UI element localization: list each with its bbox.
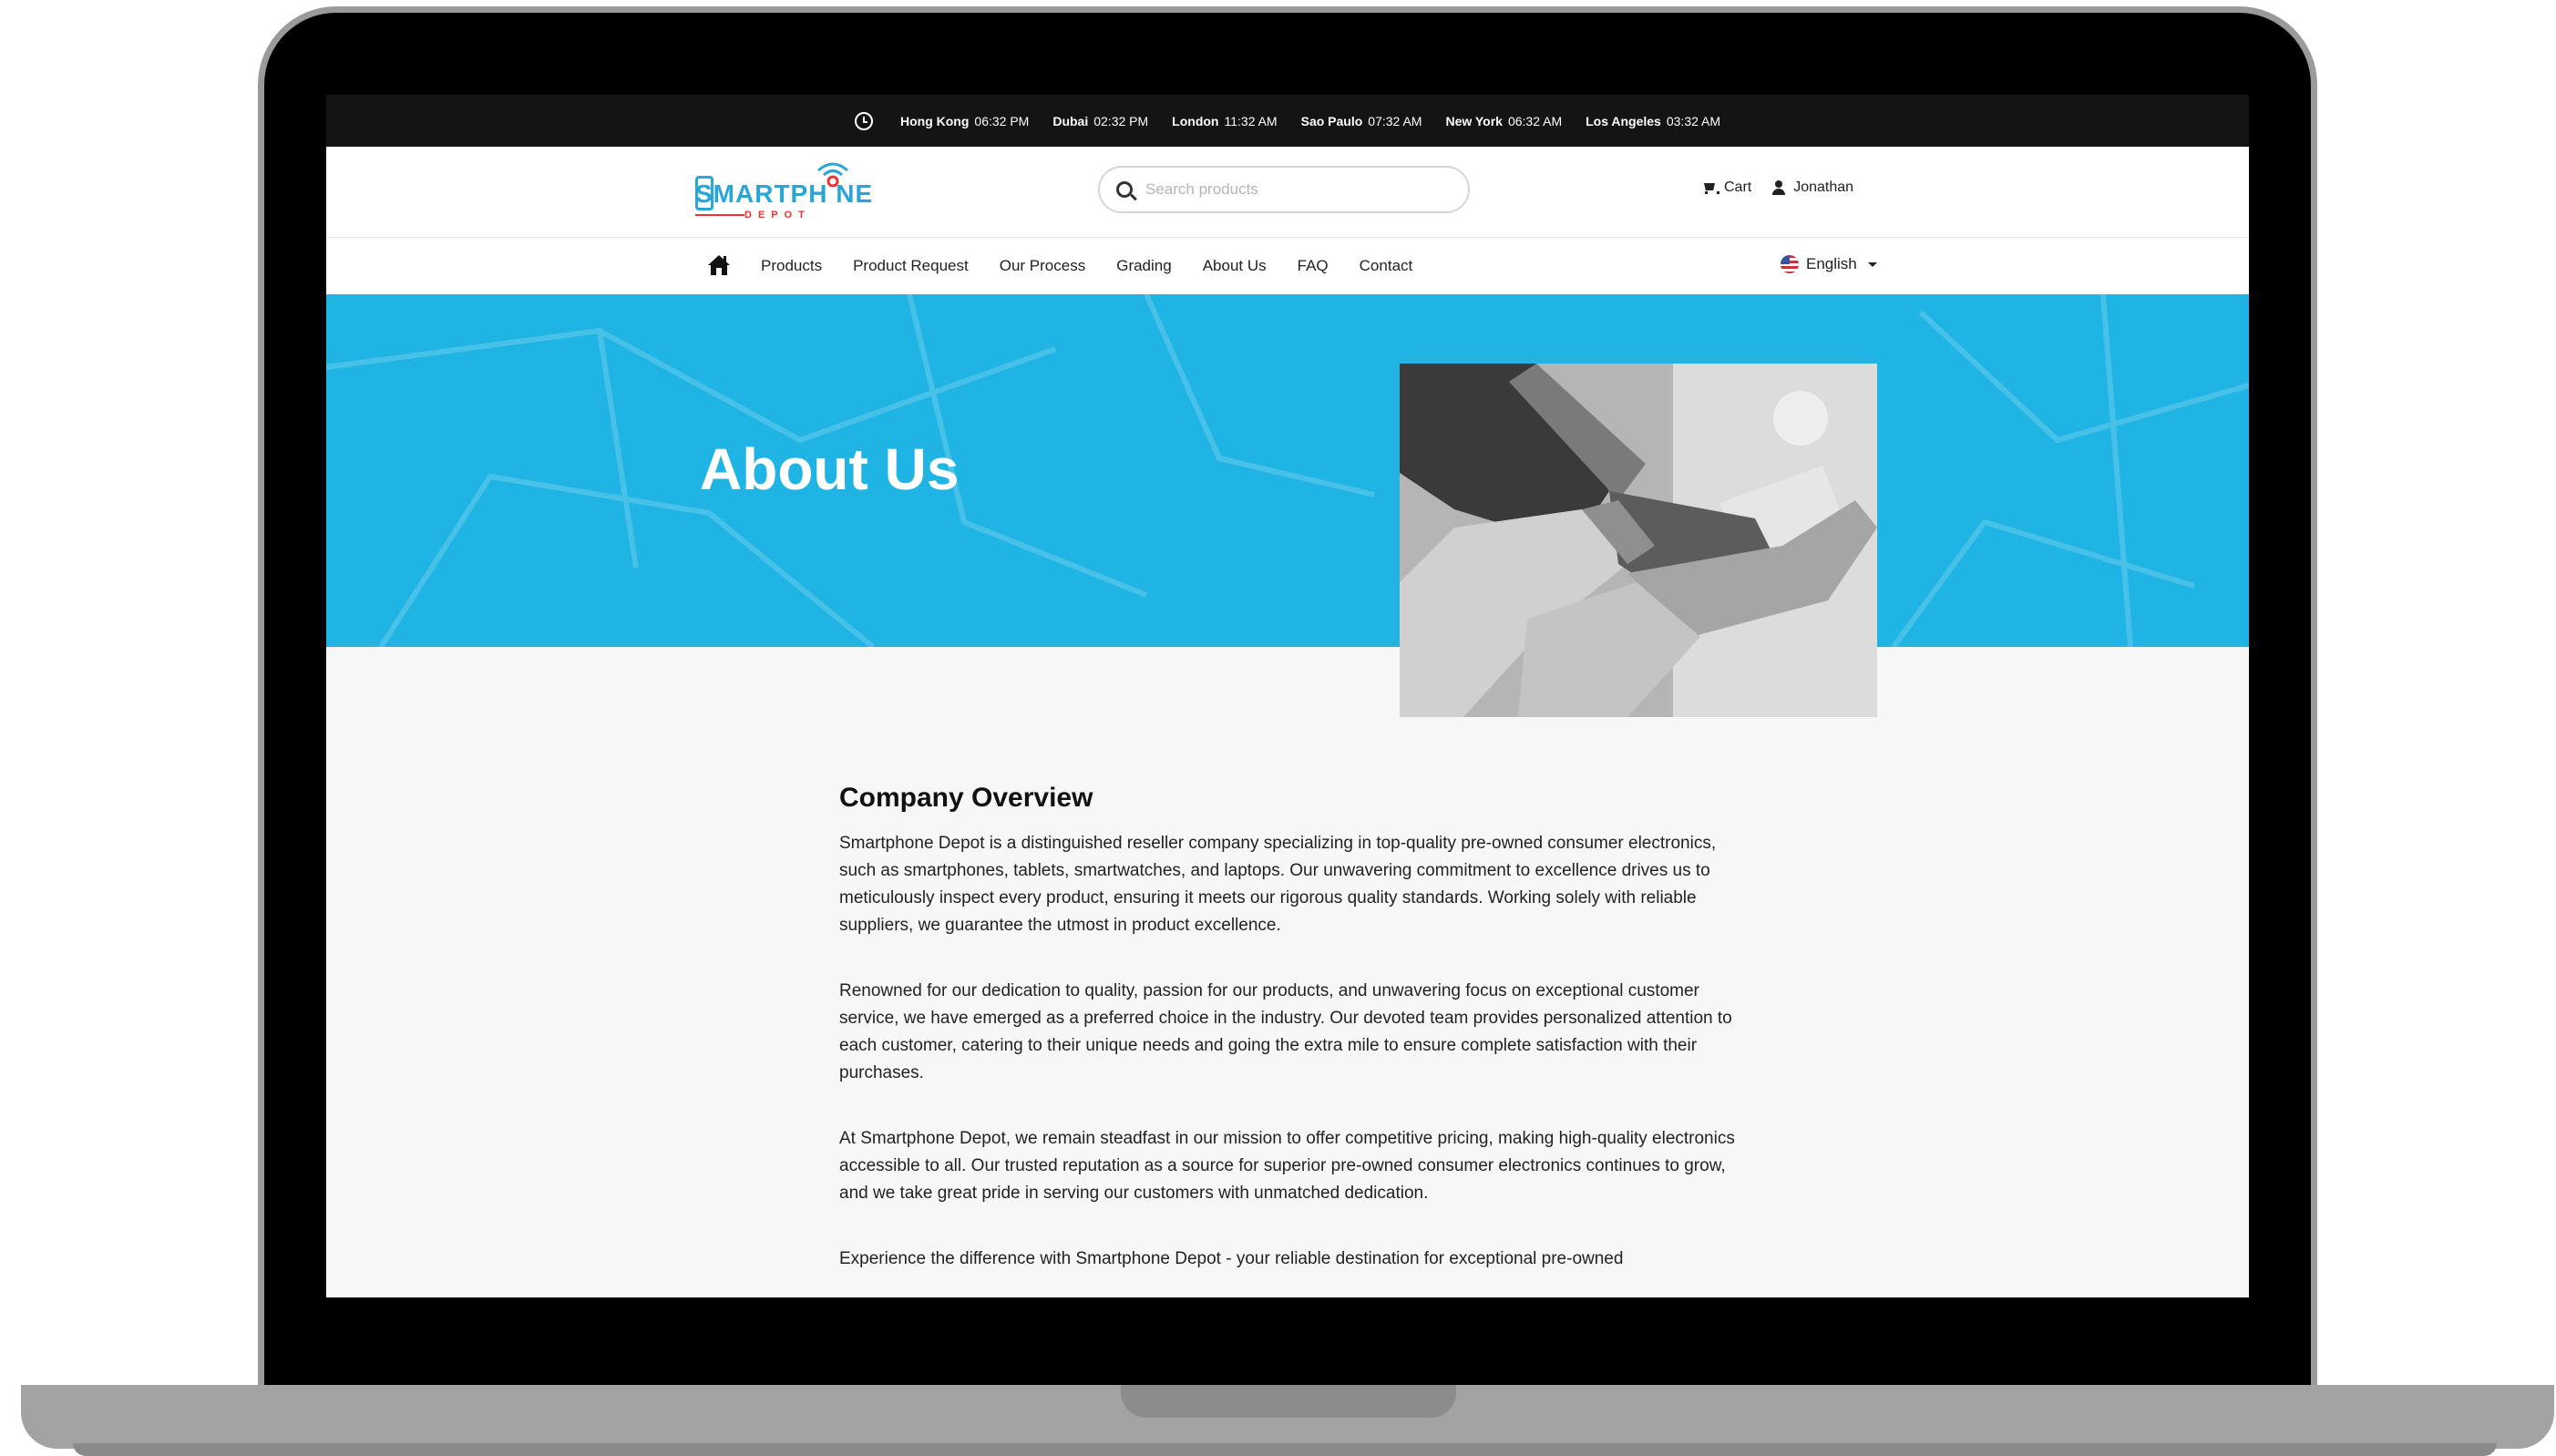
map-pattern — [326, 294, 2249, 647]
nav-products[interactable]: Products — [761, 257, 822, 275]
nav-grading[interactable]: Grading — [1116, 257, 1171, 275]
language-selector[interactable]: English — [1781, 255, 1877, 273]
paragraph-3: At Smartphone Depot, we remain steadfast… — [839, 1129, 1735, 1203]
clock-new-york: New York 06:32 AM — [1445, 113, 1563, 128]
home-icon[interactable] — [707, 253, 731, 277]
nav-contact[interactable]: Contact — [1360, 257, 1413, 275]
section-heading: Company Overview — [839, 783, 1093, 813]
clock-sao-paulo: Sao Paulo 07:32 AM — [1300, 113, 1422, 128]
nav-faq[interactable]: FAQ — [1298, 257, 1329, 275]
main-nav: Products Product Request Our Process Gra… — [326, 238, 2249, 294]
logo-text: SMARTPH NE — [695, 179, 874, 208]
laptop-notch — [1121, 1385, 1456, 1418]
paragraph-4: Experience the difference with Smartphon… — [839, 1249, 1624, 1268]
clock-london: London 11:32 AM — [1172, 113, 1278, 128]
nav-links: Products Product Request Our Process Gra… — [761, 257, 1412, 275]
cart-label: Cart — [1724, 179, 1752, 195]
screen: Hong Kong 06:32 PM Dubai 02:32 PM London 11… — [326, 95, 2249, 1297]
laptop-base-shadow — [73, 1443, 2497, 1456]
search-icon — [1116, 181, 1133, 198]
language-label: English — [1806, 255, 1857, 272]
user-icon — [1771, 180, 1786, 195]
logo-underline — [695, 214, 744, 216]
header-actions: Cart Jonathan — [1702, 179, 1853, 196]
site-header: SMARTPH NE DEPOT Cart Jonathan — [326, 147, 2249, 238]
caret-down-icon — [1867, 261, 1877, 267]
smartphone-depot-logo[interactable]: SMARTPH NE DEPOT — [695, 159, 887, 223]
clock-dubai: Dubai 02:32 PM — [1052, 113, 1149, 128]
company-overview-section: Company Overview Smartphone Depot is a d… — [839, 783, 1741, 1297]
nav-our-process[interactable]: Our Process — [1000, 257, 1085, 275]
user-menu[interactable]: Jonathan — [1771, 179, 1853, 196]
nav-about-us[interactable]: About Us — [1203, 257, 1267, 275]
paragraph-1: Smartphone Depot is a distinguished rese… — [839, 834, 1717, 935]
page-title: About Us — [700, 436, 960, 502]
paragraph-2: Renowned for our dedication to quality, … — [839, 981, 1732, 1082]
cart-link[interactable]: Cart — [1702, 179, 1751, 196]
clock-hong-kong: Hong Kong 06:32 PM — [899, 113, 1030, 128]
world-clock-bar: Hong Kong 06:32 PM Dubai 02:32 PM London 11… — [326, 95, 2249, 147]
hero-banner: About Us — [326, 294, 2249, 717]
cart-icon — [1702, 181, 1719, 194]
clock-icon — [854, 111, 873, 130]
us-flag-icon — [1781, 255, 1799, 273]
user-name: Jonathan — [1793, 179, 1854, 195]
clock-los-angeles: Los Angeles 03:32 AM — [1586, 113, 1721, 128]
nav-product-request[interactable]: Product Request — [853, 257, 969, 275]
search-box[interactable] — [1098, 166, 1470, 213]
search-input[interactable] — [1145, 180, 1446, 199]
teamwork-hands-photo — [1400, 364, 1877, 717]
logo-subtext: DEPOT — [744, 210, 811, 220]
